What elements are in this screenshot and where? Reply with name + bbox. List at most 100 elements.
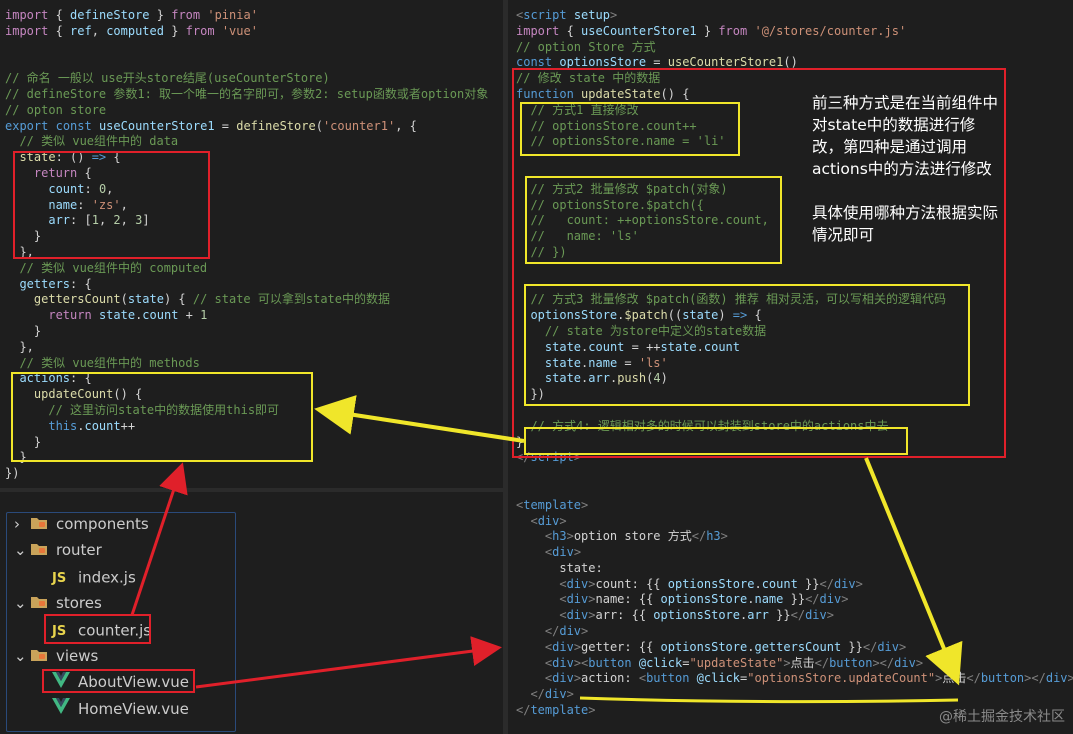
code-token: const [516, 55, 553, 70]
tree-item-counter-js[interactable]: JS counter.js [36, 617, 151, 643]
code-token: from [171, 8, 201, 22]
code-token: </ [516, 703, 531, 718]
code-token: < [516, 639, 553, 654]
code-token: name: {{ [595, 592, 661, 607]
chevron-icon: ⌄ [14, 647, 27, 665]
code-token: actions [5, 371, 71, 386]
code-token: script [530, 450, 574, 465]
code-token: => [732, 308, 748, 323]
code-token: , [98, 213, 114, 228]
code-line: gettersCount(state) { // state 可以拿到state… [5, 292, 488, 308]
code-line: <h3>option store 方式</h3> [516, 529, 1073, 545]
code-token: , [106, 181, 114, 196]
code-token: return [5, 308, 92, 323]
note-paragraph-2: 具体使用哪种方法根据实际情况即可 [812, 204, 999, 244]
js-file-icon: JS [52, 623, 67, 639]
code-token: count [703, 339, 740, 354]
code-token: > [559, 513, 567, 528]
code-token: // }) [516, 244, 567, 259]
code-line: state.arr.push(4) [516, 371, 1073, 387]
code-token: state [98, 308, 136, 323]
tree-item-index-js[interactable]: JS index.js [36, 564, 136, 590]
code-line: import { defineStore } from 'pinia' [5, 8, 488, 24]
code-token: // 命名 一般以 use开头store结尾(useCounterStore) [5, 71, 330, 86]
tree-item-aboutview-vue[interactable]: AboutView.vue [36, 669, 189, 695]
code-token: > [826, 608, 834, 623]
code-token: { [77, 165, 92, 180]
code-token: </ [516, 687, 545, 702]
code-line: </div> [516, 624, 1073, 640]
code-token: div [566, 592, 589, 607]
code-token: script [523, 8, 567, 22]
code-token: 点击 [790, 655, 815, 670]
code-token: }} [797, 576, 820, 591]
code-token: }) [5, 466, 20, 481]
code-token: optionsStore [667, 576, 755, 591]
code-token: import [5, 23, 49, 38]
code-line: // 类似 vue组件中的 methods [5, 356, 488, 372]
code-token: } [5, 323, 42, 338]
tree-item-router[interactable]: ⌄ router [14, 537, 102, 563]
code-line: <div>count: {{ optionsStore.count }}</di… [516, 577, 1073, 593]
chevron-icon: ⌄ [14, 594, 27, 613]
code-token: > [581, 624, 589, 639]
code-token: > [588, 576, 596, 591]
code-token: from [718, 23, 748, 38]
code-token: < [516, 655, 553, 670]
tree-item-components[interactable]: › components [14, 511, 149, 537]
code-token: 1 [200, 308, 208, 323]
code-token: "updateState" [689, 655, 784, 670]
code-token: export [5, 118, 49, 133]
code-token: count [84, 418, 121, 433]
code-line: // 类似 vue组件中的 data [5, 134, 488, 150]
code-line: } [5, 324, 488, 340]
code-token: button [646, 671, 690, 686]
chevron-icon: › [14, 515, 20, 533]
code-line: </div> [516, 687, 1073, 703]
code-line: // }) [516, 245, 1073, 261]
code-token: // 修改 state 中的数据 [516, 71, 661, 86]
code-token: : { [70, 276, 92, 291]
code-token: // opton store [5, 102, 107, 117]
code-token: 1 [91, 213, 99, 228]
code-token: state: [516, 560, 603, 575]
code-token: // option Store 方式 [516, 39, 656, 54]
code-token: > [1067, 671, 1073, 686]
vue-file-icon [52, 696, 78, 722]
tree-item-views[interactable]: ⌄ views [14, 643, 98, 669]
code-line: // 命名 一般以 use开头store结尾(useCounterStore) [5, 71, 488, 87]
code-token: div [552, 639, 574, 654]
code-token: // 方式3 批量修改 $patch(函数) 推荐 相对灵活，可以写相关的逻辑代… [516, 292, 947, 307]
code-token: h3 [706, 529, 721, 544]
code-token: const [55, 118, 92, 133]
code-line: state: [516, 561, 1073, 577]
code-line: <div>name: {{ optionsStore.name }}</div> [516, 592, 1073, 608]
code-token: div [544, 687, 567, 702]
code-token: 'vue' [221, 23, 258, 38]
code-token: ></ [872, 655, 895, 670]
tree-item-homeview-vue[interactable]: HomeView.vue [36, 696, 189, 722]
code-token: > [588, 592, 596, 607]
tree-item-stores[interactable]: ⌄ stores [14, 590, 102, 616]
code-token: < [638, 671, 647, 686]
code-token: h3 [552, 529, 567, 544]
code-token: button [829, 655, 873, 670]
code-token: : () [55, 150, 92, 165]
code-line: } [5, 435, 488, 451]
tree-item-label: views [56, 647, 99, 665]
code-token: ) [660, 371, 668, 386]
code-line: <div>getter: {{ optionsStore.gettersCoun… [516, 640, 1073, 656]
code-token: } [149, 8, 172, 22]
code-token: arr [747, 608, 769, 623]
code-token: </ [691, 529, 707, 544]
code-token: state [127, 292, 164, 307]
code-line: }, [5, 245, 488, 261]
chevron-icon: ⌄ [14, 541, 27, 560]
code-token: } [5, 434, 42, 449]
code-token: < [516, 592, 567, 607]
code-line: count: 0, [5, 182, 488, 198]
code-line: // 方式4: 逻辑相对多的时候可以封装到store中的actions中去 [516, 419, 1073, 435]
code-token: 'zs' [91, 197, 121, 212]
